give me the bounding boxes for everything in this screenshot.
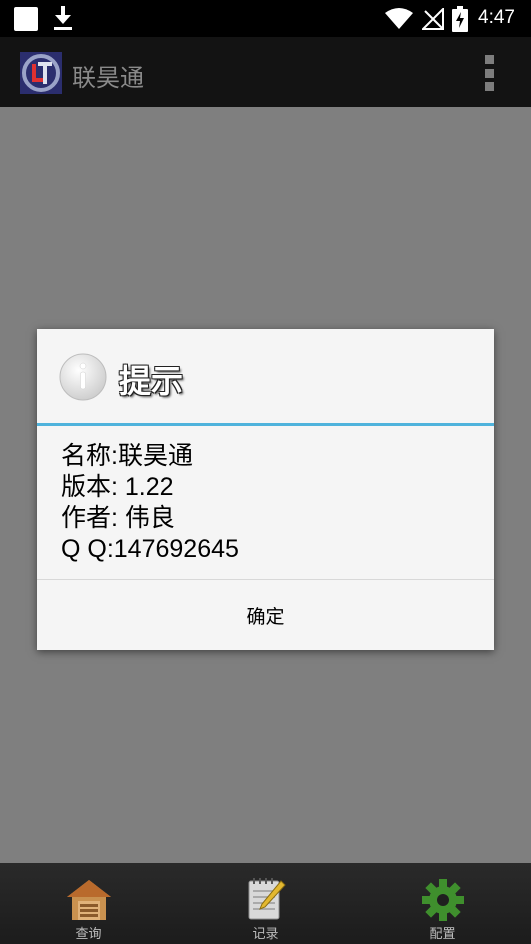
house-icon — [67, 880, 111, 920]
about-dialog: 提示 名称:联昊通 版本: 1.22 作者: 伟良 Q Q:147692645 … — [37, 329, 494, 650]
status-time: 4:47 — [478, 7, 515, 28]
nav-label-records: 记录 — [252, 927, 279, 942]
dialog-line-version: 版本: 1.22 — [61, 473, 174, 501]
dialog-header: 提示 — [37, 329, 494, 424]
app-title: 联昊通 — [72, 64, 144, 92]
info-icon — [59, 353, 107, 401]
dialog-line-author: 作者: 伟良 — [61, 504, 175, 532]
overflow-dot — [484, 55, 494, 64]
dialog-line-name: 名称:联昊通 — [61, 442, 193, 470]
status-bar: 4:47 — [0, 0, 531, 37]
overflow-dot — [484, 68, 494, 78]
nav-label-query: 查询 — [75, 927, 102, 942]
dialog-divider — [37, 423, 494, 426]
no-signal-icon — [422, 8, 444, 30]
nav-item-query[interactable]: 查询 — [0, 863, 177, 944]
nav-item-config[interactable]: 配置 — [354, 863, 531, 944]
dialog-title: 提示 — [119, 362, 184, 400]
gear-icon — [422, 879, 464, 921]
notepad-icon — [248, 878, 286, 920]
nav-item-records[interactable]: 记录 — [177, 863, 354, 944]
notification-square-icon — [14, 7, 38, 31]
nav-label-config: 配置 — [429, 927, 456, 942]
bottom-nav: 查询 记录 配置 — [0, 863, 531, 944]
dialog-line-qq: Q Q:147692645 — [61, 535, 239, 563]
download-icon — [54, 6, 72, 30]
dialog-message: 名称:联昊通 版本: 1.22 作者: 伟良 Q Q:147692645 — [61, 441, 481, 565]
wifi-icon — [385, 8, 413, 29]
app-logo-icon — [20, 52, 62, 94]
battery-charging-icon — [452, 6, 468, 32]
overflow-menu-icon[interactable] — [478, 55, 500, 91]
action-bar: 联昊通 — [0, 37, 531, 107]
ok-button[interactable]: 确定 — [37, 580, 494, 650]
overflow-dot — [484, 82, 494, 91]
